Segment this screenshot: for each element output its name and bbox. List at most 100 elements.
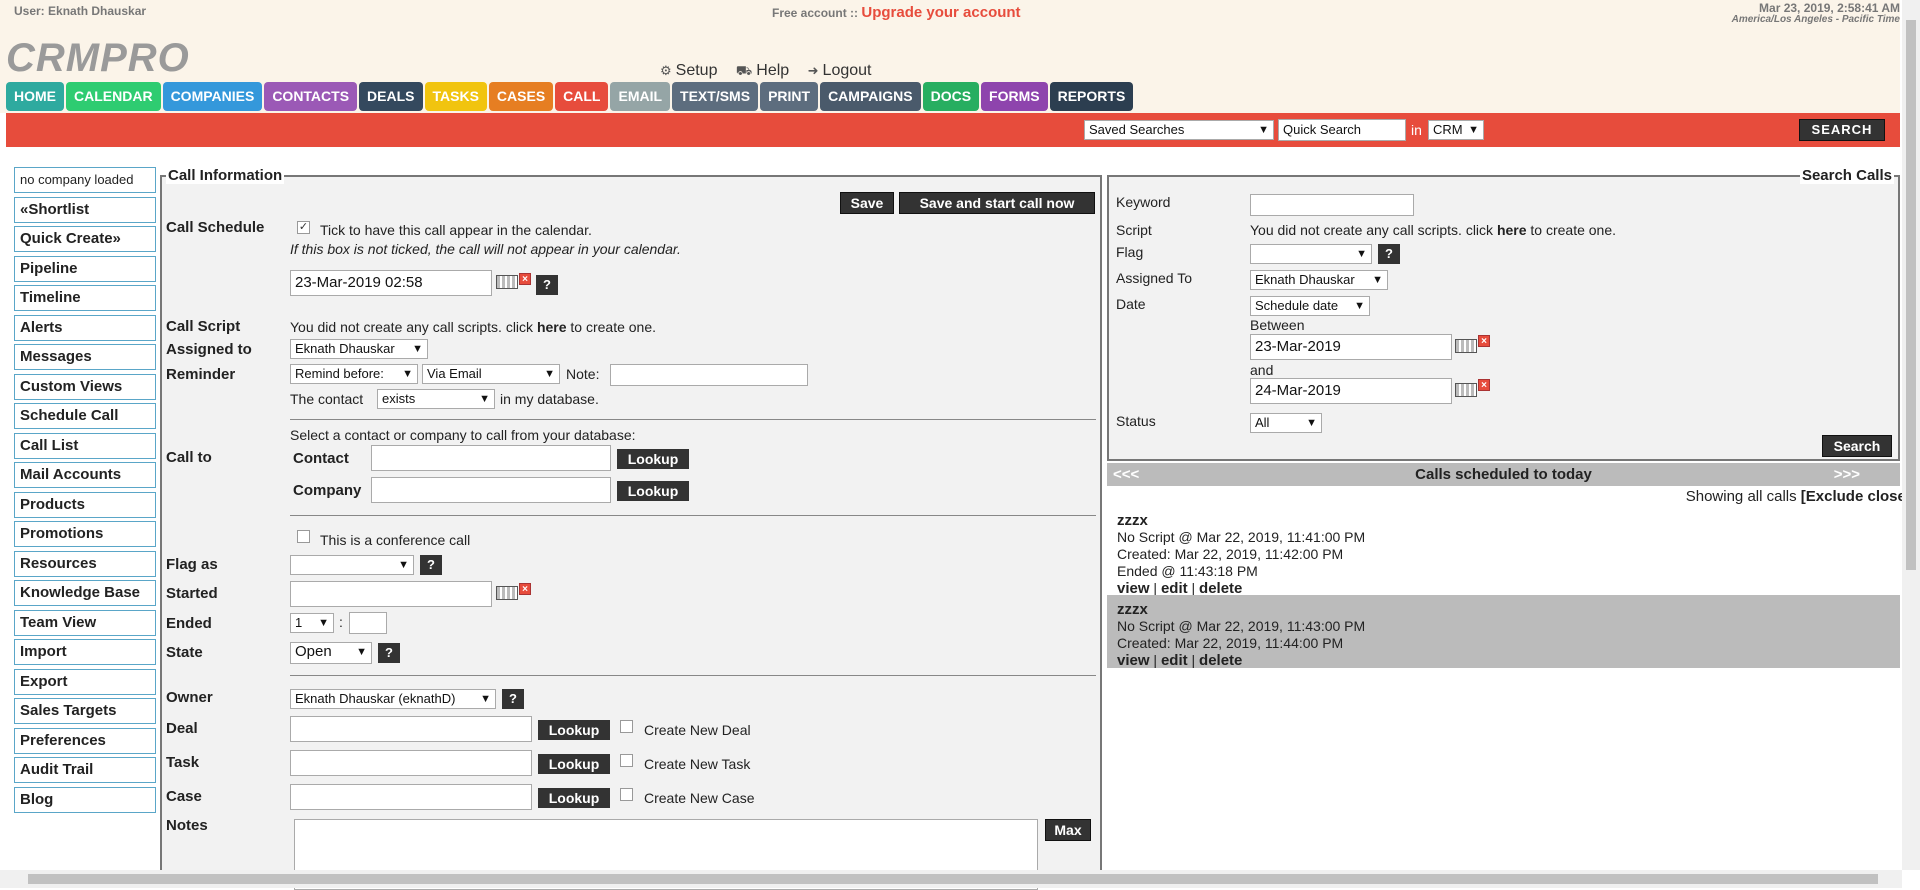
conference-checkbox[interactable] bbox=[297, 530, 310, 543]
nav-contacts[interactable]: CONTACTS bbox=[264, 82, 358, 111]
task-input[interactable] bbox=[290, 750, 532, 776]
nav-call[interactable]: CALL bbox=[555, 82, 609, 111]
help-button[interactable]: ? bbox=[1378, 244, 1400, 264]
left-menu-item[interactable]: Timeline bbox=[14, 285, 156, 311]
delete-link[interactable]: delete bbox=[1199, 652, 1242, 669]
nav-reports[interactable]: REPORTS bbox=[1049, 82, 1134, 111]
company-input[interactable] bbox=[371, 477, 611, 503]
help-button[interactable]: ? bbox=[536, 275, 558, 295]
quick-search-input[interactable]: Quick Search bbox=[1278, 119, 1406, 141]
clear-date-icon[interactable]: × bbox=[519, 583, 531, 595]
started-input[interactable] bbox=[290, 581, 492, 607]
deal-lookup-button[interactable]: Lookup bbox=[538, 720, 610, 740]
left-menu-item[interactable]: Sales Targets bbox=[14, 698, 156, 724]
nav-forms[interactable]: FORMS bbox=[981, 82, 1048, 111]
calendar-icon[interactable] bbox=[496, 586, 518, 600]
left-menu-item[interactable]: Pipeline bbox=[14, 255, 156, 282]
nav-home[interactable]: HOME bbox=[6, 82, 64, 111]
left-menu-item[interactable]: Mail Accounts bbox=[14, 462, 156, 488]
scroll-thumb[interactable] bbox=[28, 874, 1878, 884]
help-button[interactable]: ? bbox=[420, 555, 442, 575]
nav-email[interactable]: EMAIL bbox=[610, 82, 671, 111]
left-menu-item[interactable]: Audit Trail bbox=[14, 757, 156, 783]
calendar-icon[interactable] bbox=[1455, 383, 1477, 397]
state-select[interactable]: Open ▼ bbox=[290, 642, 372, 664]
left-menu-item[interactable]: Resources bbox=[14, 550, 156, 577]
create-deal-checkbox[interactable] bbox=[620, 720, 633, 733]
status-select[interactable]: All ▼ bbox=[1250, 413, 1322, 433]
nav-calendar[interactable]: CALENDAR bbox=[66, 82, 161, 111]
nav-text-sms[interactable]: TEXT/SMS bbox=[672, 82, 759, 111]
left-menu-item[interactable]: Export bbox=[14, 668, 156, 695]
left-menu-item[interactable]: Promotions bbox=[14, 521, 156, 547]
left-menu-item[interactable]: Blog bbox=[14, 786, 156, 813]
left-menu-item[interactable]: Preferences bbox=[14, 727, 156, 754]
flag-select[interactable]: ▼ bbox=[1250, 244, 1372, 264]
upgrade-link[interactable]: Upgrade your account bbox=[861, 4, 1020, 21]
ended-minute-input[interactable] bbox=[349, 612, 387, 634]
create-task-checkbox[interactable] bbox=[620, 754, 633, 767]
left-menu-item[interactable]: Custom Views bbox=[14, 373, 156, 400]
contact-exists-select[interactable]: exists ▼ bbox=[377, 389, 495, 409]
scroll-thumb[interactable] bbox=[1906, 20, 1916, 570]
vertical-scrollbar[interactable] bbox=[1902, 0, 1920, 870]
clear-date-icon[interactable]: × bbox=[1478, 379, 1490, 391]
nav-docs[interactable]: DOCS bbox=[922, 82, 980, 111]
calendar-icon[interactable] bbox=[1455, 339, 1477, 353]
keyword-input[interactable] bbox=[1250, 194, 1414, 216]
clear-date-icon[interactable]: × bbox=[519, 273, 531, 285]
save-and-start-button[interactable]: Save and start call now bbox=[899, 192, 1095, 214]
calendar-icon[interactable] bbox=[496, 275, 518, 289]
left-menu-item[interactable]: Team View bbox=[14, 609, 156, 636]
left-menu-item[interactable]: Quick Create» bbox=[14, 226, 156, 252]
saved-searches-select[interactable]: Saved Searches ▼ bbox=[1084, 120, 1274, 140]
ended-hour-select[interactable]: 1 ▼ bbox=[290, 613, 334, 633]
clear-date-icon[interactable]: × bbox=[1478, 335, 1490, 347]
case-lookup-button[interactable]: Lookup bbox=[538, 788, 610, 808]
schedule-checkbox[interactable]: ✓ bbox=[297, 221, 310, 234]
left-menu-item[interactable]: Alerts bbox=[14, 314, 156, 341]
help-button[interactable]: ? bbox=[502, 689, 524, 709]
create-script-link[interactable]: here bbox=[537, 319, 567, 335]
date-type-select[interactable]: Schedule date ▼ bbox=[1250, 296, 1370, 316]
left-menu-item[interactable]: Knowledge Base bbox=[14, 580, 156, 606]
nav-deals[interactable]: DEALS bbox=[359, 82, 423, 111]
nav-print[interactable]: PRINT bbox=[760, 82, 819, 111]
create-case-checkbox[interactable] bbox=[620, 788, 633, 801]
reminder-note-input[interactable] bbox=[610, 364, 808, 386]
next-page-button[interactable]: >>> bbox=[1834, 466, 1860, 483]
date-from-input[interactable]: 23-Mar-2019 bbox=[1250, 334, 1452, 360]
create-script-link[interactable]: here bbox=[1497, 222, 1527, 238]
assigned-to-select[interactable]: Eknath Dhauskar ▼ bbox=[1250, 270, 1388, 290]
nav-tasks[interactable]: TASKS bbox=[424, 82, 487, 111]
company-lookup-button[interactable]: Lookup bbox=[617, 481, 689, 501]
search-button[interactable]: SEARCH bbox=[1799, 119, 1885, 141]
left-menu-item[interactable]: Import bbox=[14, 639, 156, 665]
setup-link[interactable]: Setup bbox=[676, 62, 718, 79]
contact-lookup-button[interactable]: Lookup bbox=[617, 449, 689, 469]
flag-as-select[interactable]: ▼ bbox=[290, 555, 414, 575]
assigned-to-select[interactable]: Eknath Dhauskar ▼ bbox=[290, 339, 428, 359]
schedule-date-input[interactable]: 23-Mar-2019 02:58 bbox=[290, 270, 492, 296]
left-menu-item[interactable]: Schedule Call bbox=[14, 403, 156, 429]
horizontal-scrollbar[interactable] bbox=[0, 870, 1902, 888]
left-menu-item[interactable]: Call List bbox=[14, 432, 156, 459]
task-lookup-button[interactable]: Lookup bbox=[538, 754, 610, 774]
nav-campaigns[interactable]: CAMPAIGNS bbox=[820, 82, 921, 111]
deal-input[interactable] bbox=[290, 716, 532, 742]
view-link[interactable]: view bbox=[1117, 652, 1150, 669]
edit-link[interactable]: edit bbox=[1161, 652, 1188, 669]
search-scope-select[interactable]: CRM ▼ bbox=[1428, 120, 1484, 140]
date-to-input[interactable]: 24-Mar-2019 bbox=[1250, 378, 1452, 404]
save-button[interactable]: Save bbox=[840, 192, 894, 214]
help-button[interactable]: ? bbox=[378, 643, 400, 663]
crmpro-logo[interactable]: CRMPRO bbox=[6, 36, 190, 81]
logout-link[interactable]: Logout bbox=[823, 62, 872, 79]
reminder-via-select[interactable]: Via Email ▼ bbox=[422, 364, 560, 384]
help-link[interactable]: Help bbox=[756, 62, 789, 79]
max-button[interactable]: Max bbox=[1045, 819, 1091, 841]
nav-companies[interactable]: COMPANIES bbox=[162, 82, 263, 111]
left-menu-item[interactable]: Products bbox=[14, 491, 156, 518]
case-input[interactable] bbox=[290, 784, 532, 810]
left-menu-item[interactable]: «Shortlist bbox=[14, 196, 156, 223]
